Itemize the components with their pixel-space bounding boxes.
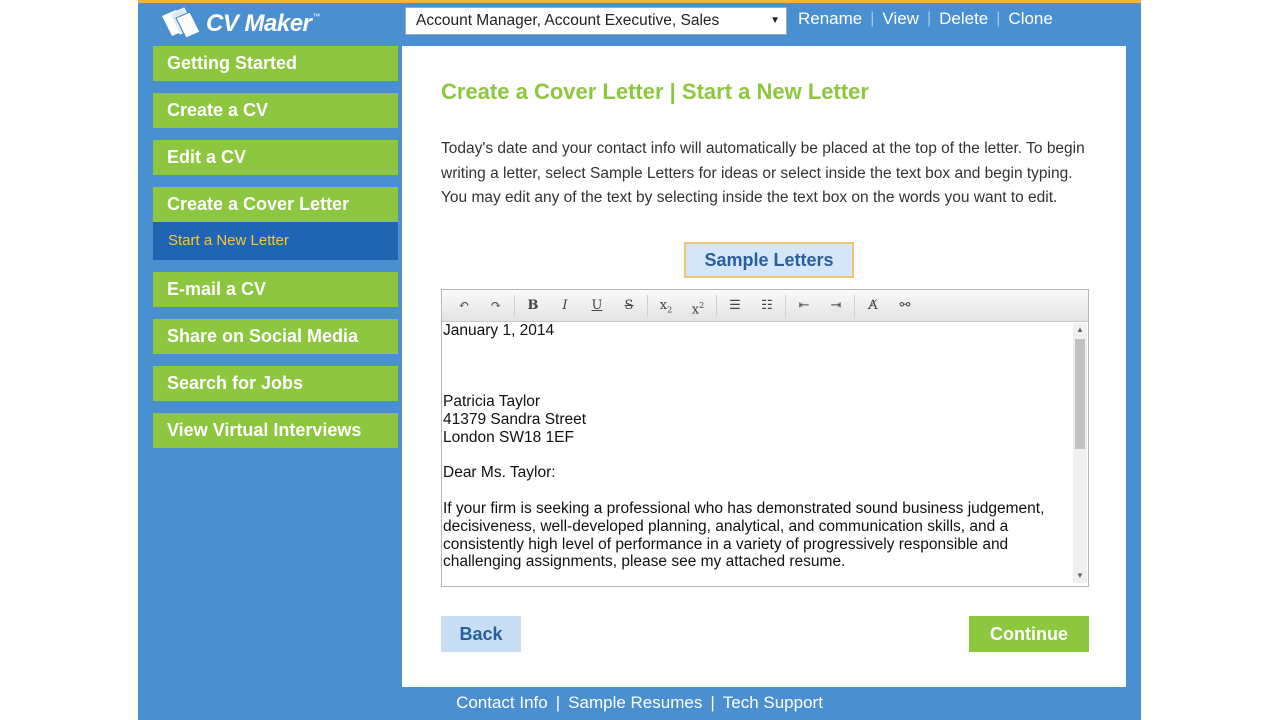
document-actions: Rename | View | Delete | Clone: [790, 8, 1061, 30]
instructions-text: Today's date and your contact info will …: [441, 140, 1085, 206]
sidebar-nav: Getting Started Create a CV Edit a CV Cr…: [153, 46, 398, 460]
remove-format-icon[interactable]: A̸: [857, 294, 889, 318]
letter-body: If your firm is seeking a professional w…: [443, 499, 1045, 571]
page-title: Create a Cover Letter | Start a New Lett…: [441, 79, 869, 104]
view-link[interactable]: View: [874, 9, 927, 29]
indent-icon[interactable]: ⇥: [820, 294, 852, 318]
undo-icon[interactable]: ↶: [448, 294, 480, 318]
top-accent-line: [138, 0, 1141, 3]
numbered-list-icon[interactable]: ☰: [719, 294, 751, 318]
dropdown-arrow-icon[interactable]: ▼: [770, 15, 780, 26]
footer-contact-info-link[interactable]: Contact Info: [448, 693, 556, 713]
strikethrough-icon[interactable]: S: [613, 294, 645, 318]
sidebar-item-email-cv[interactable]: E-mail a CV: [153, 272, 398, 307]
sample-letters-button[interactable]: Sample Letters: [684, 242, 854, 278]
continue-button[interactable]: Continue: [969, 616, 1089, 652]
recipient-name: Patricia Taylor: [443, 393, 541, 411]
letter-editor[interactable]: ↶ ↷ B I U S x2 x2 ☰ ☷ ⇤ ⇥ A̸ ⚯ January 1…: [441, 289, 1089, 587]
sidebar-item-virtual-interviews[interactable]: View Virtual Interviews: [153, 413, 398, 448]
sidebar-item-create-cover-letter[interactable]: Create a Cover Letter: [153, 187, 398, 222]
scrollbar-thumb[interactable]: [1075, 339, 1085, 449]
recipient-street: 41379 Sandra Street: [443, 410, 587, 428]
clone-link[interactable]: Clone: [1000, 9, 1060, 29]
redo-icon[interactable]: ↷: [480, 294, 512, 318]
editor-scrollbar[interactable]: ▲ ▼: [1073, 323, 1087, 583]
toolbar-divider: [716, 294, 717, 317]
outdent-icon[interactable]: ⇤: [788, 294, 820, 318]
main-panel: Create a Cover Letter | Start a New Lett…: [402, 46, 1126, 687]
recipient-city: London SW18 1EF: [443, 428, 574, 446]
scroll-down-icon[interactable]: ▼: [1073, 569, 1087, 583]
sidebar-item-create-cv[interactable]: Create a CV: [153, 93, 398, 128]
letter-text-area[interactable]: January 1, 2014 Patricia Taylor 41379 Sa…: [443, 322, 1071, 585]
footer-tech-support-link[interactable]: Tech Support: [715, 693, 831, 713]
toolbar-divider: [785, 294, 786, 317]
bullet-list-icon[interactable]: ☷: [751, 294, 783, 318]
unlink-icon[interactable]: ⚯: [889, 294, 921, 318]
sidebar-item-getting-started[interactable]: Getting Started: [153, 46, 398, 81]
logo-trademark: ™: [312, 11, 321, 21]
sidebar-subitem-start-new-letter[interactable]: Start a New Letter: [153, 222, 398, 260]
scroll-up-icon[interactable]: ▲: [1073, 323, 1087, 337]
document-select[interactable]: Account Manager, Account Executive, Sale…: [405, 7, 787, 35]
bold-icon[interactable]: B: [517, 294, 549, 318]
sidebar-item-search-jobs[interactable]: Search for Jobs: [153, 366, 398, 401]
editor-toolbar: ↶ ↷ B I U S x2 x2 ☰ ☷ ⇤ ⇥ A̸ ⚯: [442, 290, 1088, 322]
superscript-icon[interactable]: x2: [682, 294, 714, 318]
footer-sample-resumes-link[interactable]: Sample Resumes: [560, 693, 710, 713]
footer-links: Contact Info | Sample Resumes | Tech Sup…: [138, 692, 1141, 714]
rename-link[interactable]: Rename: [790, 9, 870, 29]
cv-maker-logo[interactable]: CV Maker ™: [156, 6, 320, 42]
delete-link[interactable]: Delete: [931, 9, 996, 29]
logo-pages-icon: [162, 7, 201, 39]
subscript-icon[interactable]: x2: [650, 294, 682, 318]
logo-text: CV Maker: [206, 10, 312, 37]
letter-date: January 1, 2014: [443, 322, 555, 339]
letter-greeting: Dear Ms. Taylor:: [443, 464, 556, 482]
sidebar-item-edit-cv[interactable]: Edit a CV: [153, 140, 398, 175]
underline-icon[interactable]: U: [581, 294, 613, 318]
document-select-value: Account Manager, Account Executive, Sale…: [416, 12, 720, 29]
italic-icon[interactable]: I: [549, 294, 581, 318]
sidebar-item-share-social[interactable]: Share on Social Media: [153, 319, 398, 354]
toolbar-divider: [647, 294, 648, 317]
toolbar-divider: [854, 294, 855, 317]
back-button[interactable]: Back: [441, 616, 521, 652]
toolbar-divider: [514, 294, 515, 317]
